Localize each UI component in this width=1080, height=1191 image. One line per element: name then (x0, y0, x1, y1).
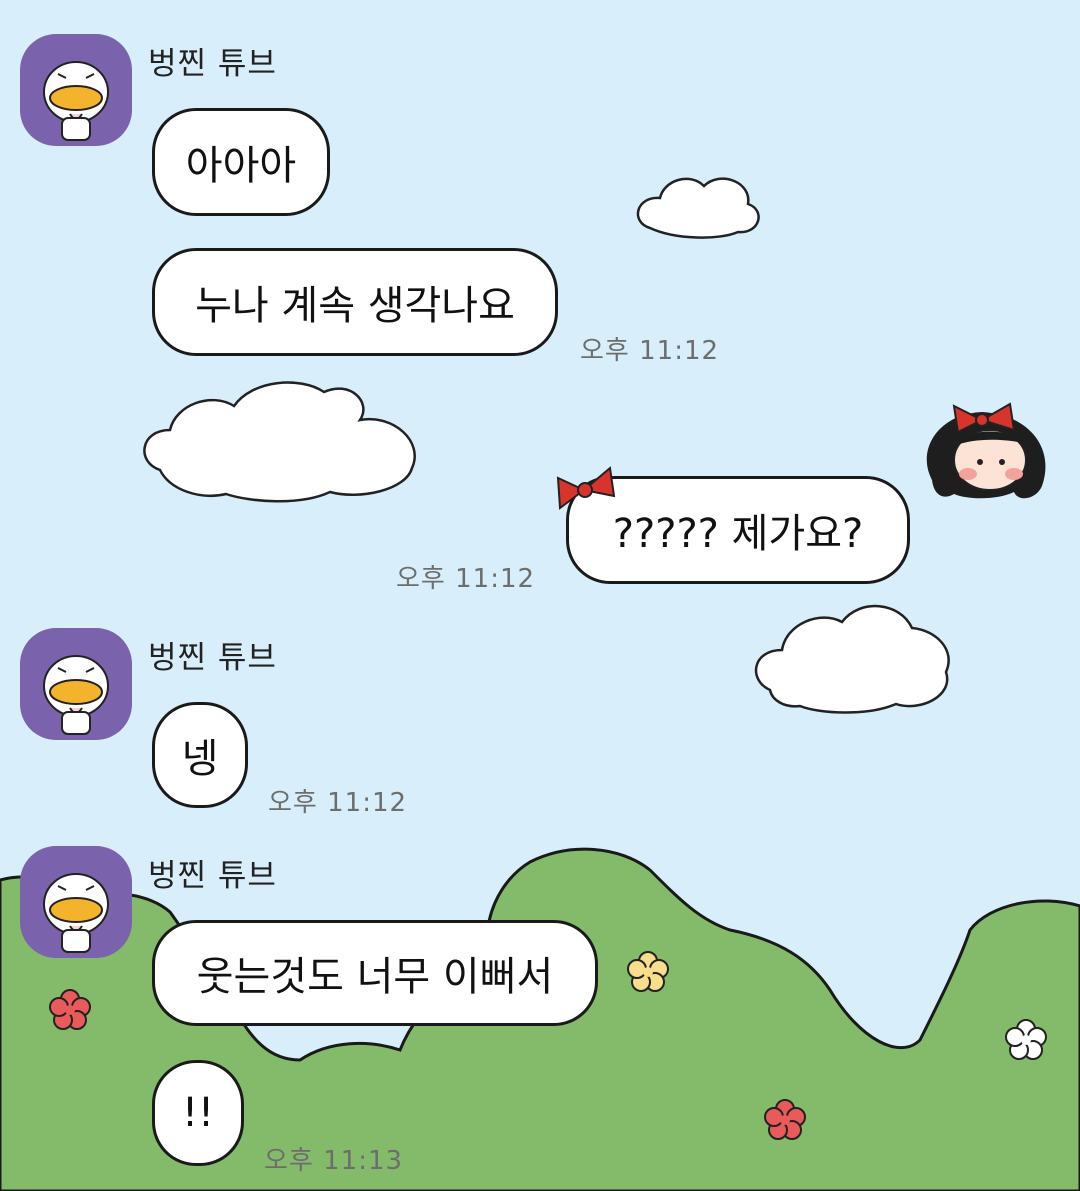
sender-name: 벙찐 튜브 (148, 46, 277, 82)
contact-avatar[interactable] (20, 846, 132, 958)
chat-screen: 벙찐 튜브 아아아 누나 계속 생각나요 오후 11:12 ????? 제가요?… (0, 0, 1080, 1191)
cloud-icon (636, 177, 760, 239)
message-bubble[interactable]: 넹 (152, 702, 248, 808)
tube-duck-avatar-icon (43, 873, 109, 953)
message-timestamp: 오후 11:12 (268, 788, 408, 818)
contact-avatar[interactable] (20, 628, 132, 740)
sender-name: 벙찐 튜브 (148, 640, 277, 676)
message-timestamp: 오후 11:13 (264, 1146, 404, 1176)
message-bubble[interactable]: !! (152, 1060, 244, 1166)
message-bubble[interactable]: 웃는것도 너무 이뻐서 (152, 920, 598, 1026)
message-bubble[interactable]: 누나 계속 생각나요 (152, 248, 558, 356)
message-timestamp: 오후 11:12 (580, 336, 720, 366)
cloud-icon (143, 381, 416, 503)
message-timestamp: 오후 11:12 (396, 564, 536, 594)
girl-with-bow-icon (926, 402, 1046, 499)
sender-name: 벙찐 튜브 (148, 858, 277, 894)
tube-duck-avatar-icon (43, 655, 109, 735)
contact-avatar[interactable] (20, 34, 132, 146)
tube-duck-avatar-icon (43, 61, 109, 141)
message-bubble[interactable]: 아아아 (152, 108, 330, 216)
cloud-icon (754, 605, 950, 714)
red-bow-icon (556, 466, 616, 510)
